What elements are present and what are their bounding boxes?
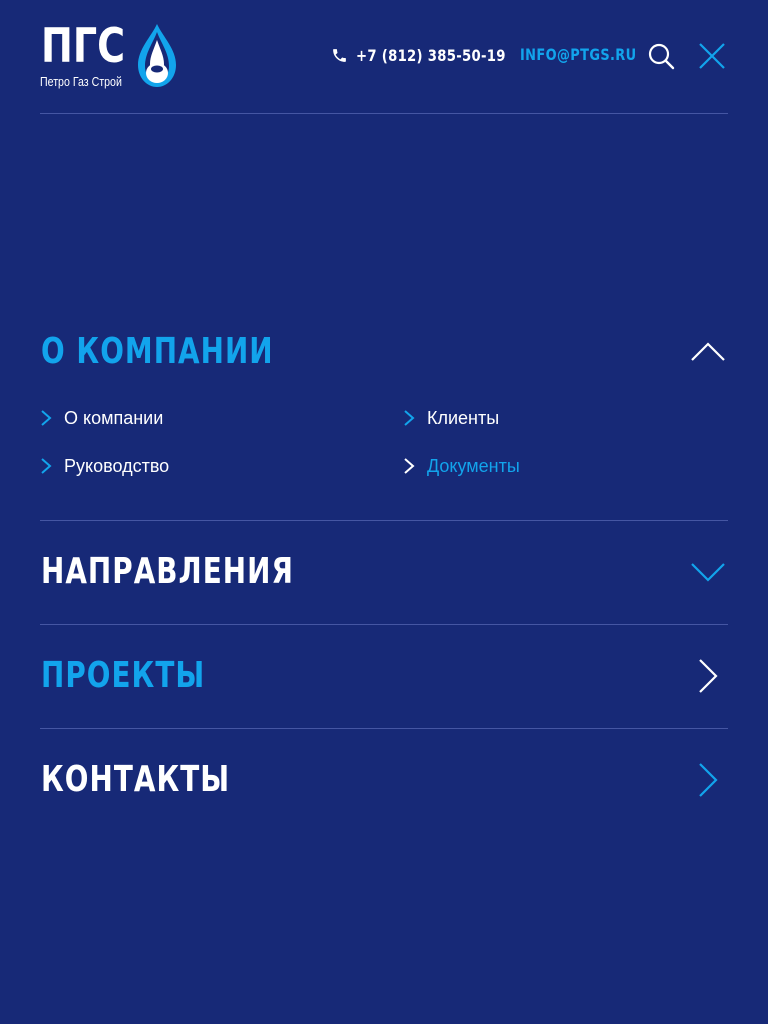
close-icon[interactable] [698, 42, 726, 70]
section-title[interactable]: О КОМПАНИИ [41, 332, 274, 372]
section-title[interactable]: НАПРАВЛЕНИЯ [41, 552, 294, 592]
submenu-item-about-company[interactable]: О компании [40, 406, 163, 430]
phone-number[interactable]: +7 (812) 385-50-19 [356, 46, 506, 65]
chevron-right-icon [41, 458, 52, 474]
menu-section-contacts: КОНТАКТЫ [40, 729, 728, 832]
section-header-projects[interactable]: ПРОЕКТЫ [40, 625, 728, 728]
menu-section-projects: ПРОЕКТЫ [40, 625, 728, 729]
submenu-item-label[interactable]: Документы [427, 454, 520, 478]
phone-contact[interactable]: +7 (812) 385-50-19 [331, 44, 519, 66]
submenu-item-label[interactable]: О компании [64, 406, 163, 430]
submenu-item-management[interactable]: Руководство [40, 454, 169, 478]
site-header: ПГС Петро Газ Строй +7 (812) 385-50-19 I… [40, 0, 728, 114]
submenu-item-label[interactable]: Руководство [64, 454, 169, 478]
chevron-right-icon [41, 410, 52, 426]
gas-flame-icon [138, 24, 176, 87]
main-menu: О КОМПАНИИ О компании Клиенты Руководств… [40, 310, 728, 832]
section-title[interactable]: ПРОЕКТЫ [41, 656, 205, 696]
menu-section-about: О КОМПАНИИ О компании Клиенты Руководств… [40, 310, 728, 521]
logo-letters: ПГС [41, 19, 126, 74]
search-icon[interactable] [647, 42, 675, 70]
submenu-item-clients[interactable]: Клиенты [403, 406, 499, 430]
chevron-right-icon [404, 458, 415, 474]
chevron-right-icon [404, 410, 415, 426]
section-header-directions[interactable]: НАПРАВЛЕНИЯ [40, 521, 728, 624]
logo-subtitle: Петро Газ Строй [40, 75, 122, 89]
logo[interactable]: ПГС Петро Газ Строй [40, 23, 180, 93]
submenu-about: О компании Клиенты Руководство Документы [40, 394, 728, 520]
chevron-up-icon[interactable] [688, 332, 728, 372]
section-header-about[interactable]: О КОМПАНИИ [40, 310, 728, 394]
chevron-right-icon[interactable] [688, 760, 728, 800]
submenu-item-documents[interactable]: Документы [403, 454, 520, 478]
email-link[interactable]: INFO@PTGS.RU [520, 44, 637, 66]
section-header-contacts[interactable]: КОНТАКТЫ [40, 729, 728, 832]
chevron-down-icon[interactable] [688, 552, 728, 592]
submenu-item-label[interactable]: Клиенты [427, 406, 499, 430]
section-title[interactable]: КОНТАКТЫ [41, 760, 230, 800]
phone-icon [333, 48, 346, 62]
menu-section-directions: НАПРАВЛЕНИЯ [40, 521, 728, 625]
chevron-right-icon[interactable] [688, 656, 728, 696]
